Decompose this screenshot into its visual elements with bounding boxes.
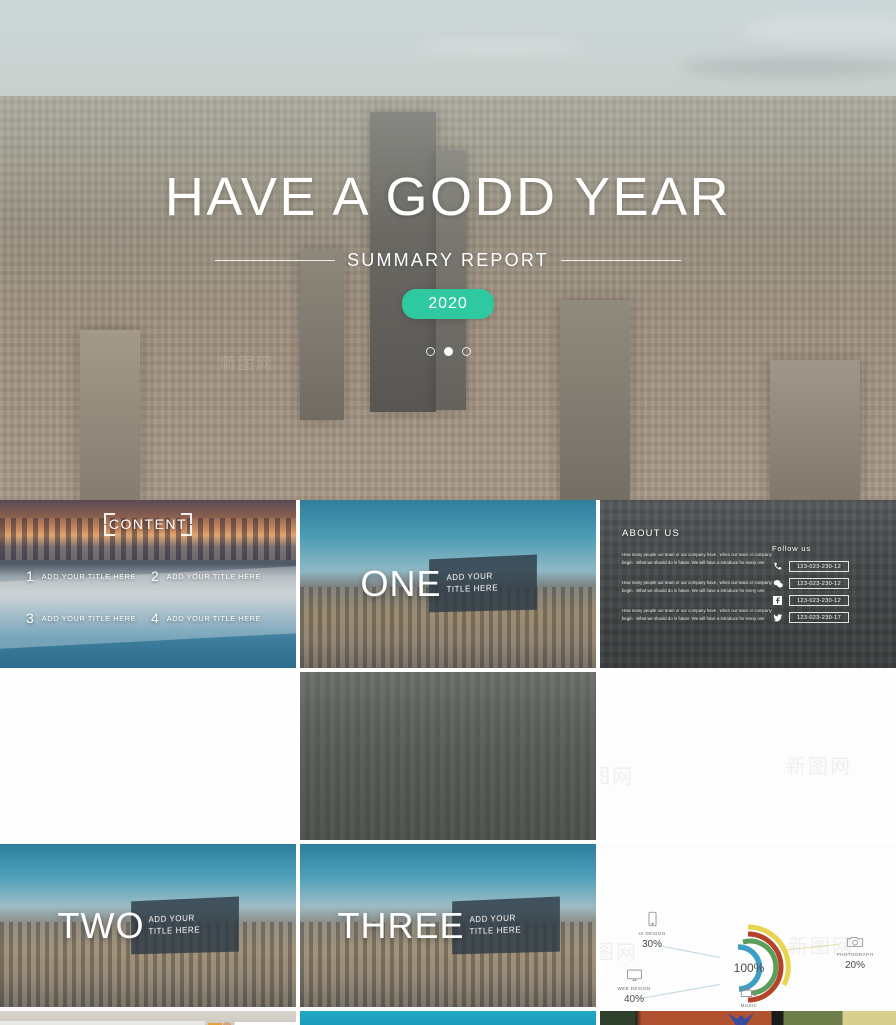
- follow-us-heading: Follow us: [772, 544, 811, 553]
- thumb-what-we-get-slide[interactable]: WHAT WE GET 10、2456 Add the text to desc…: [300, 672, 596, 840]
- smartphone-icon: [622, 911, 682, 927]
- bracket-top-left-icon: [104, 513, 115, 524]
- thumb-what-we-do-slide[interactable]: WHAT WE DO WEB DESIGN Add the text to de…: [600, 672, 896, 840]
- bracket-bottom-right-icon: [181, 525, 192, 536]
- label-name: WEB DESIGN: [617, 985, 651, 991]
- follow-us-block: Follow us 123-023-230-12 123-023-230-12: [772, 544, 880, 629]
- contact-row[interactable]: 123-023-230-12: [772, 561, 880, 572]
- about-heading: ABOUT US: [622, 528, 680, 539]
- item-label: ADD YOUR TITLE HERE: [166, 571, 262, 581]
- video-camera-icon: [718, 987, 780, 999]
- label-percent: 30%: [641, 938, 662, 950]
- section-title-card: ADD YOUR TITLE HERE: [451, 896, 560, 954]
- bracket-bottom-left-icon: [104, 525, 115, 536]
- donut-center-label: 100%: [734, 961, 765, 975]
- bracket-top-right-icon: [181, 513, 192, 524]
- thumb-content-slide[interactable]: CONTENT 1 ADD YOUR TITLE HERE 2 ADD YOUR…: [0, 500, 296, 668]
- carousel-dot-3[interactable]: [461, 347, 471, 356]
- section-word: TWO: [57, 904, 145, 946]
- section-row: THREE ADD YOUR TITLE HERE: [300, 896, 596, 954]
- about-paragraph: How many people our team or our company …: [622, 607, 772, 621]
- section-title-card: ADD YOUR TITLE HERE: [131, 896, 240, 954]
- achievement-label-photograph: PHOTOGRAPH 20%: [818, 935, 892, 971]
- label-percent: 20%: [844, 959, 865, 971]
- decor-shape: [0, 1021, 205, 1025]
- achievement-label-music: MUSIC 10%: [718, 987, 780, 1007]
- hero-subtitle-row: SUMMARY REPORT: [215, 250, 681, 271]
- thumb-partial-slide-b[interactable]: [300, 1011, 596, 1025]
- section-row: ONE ADD YOUR TITLE HERE: [300, 554, 596, 613]
- thumb-row-4-partial: [0, 1011, 896, 1025]
- section-row: TWO ADD YOUR TITLE HERE: [0, 896, 296, 954]
- about-paragraph: How many people our team or our company …: [622, 579, 772, 593]
- about-block: ABOUT US How many people our team or our…: [622, 528, 772, 623]
- thumb-row-2: OUR TEAM How many people our team or our…: [0, 672, 896, 840]
- label-name: MUSIC: [740, 1002, 758, 1007]
- rule-right: [560, 260, 681, 261]
- contact-value: 123-023-230-12: [789, 561, 850, 572]
- thumb-our-team-slide[interactable]: OUR TEAM How many people our team or our…: [0, 672, 296, 840]
- thumb-our-achievement-slide[interactable]: OUR ACHIEVEMENT Add the text to describe…: [600, 844, 896, 1007]
- contact-row[interactable]: 123-023-230-12: [772, 578, 880, 589]
- item-number: 2: [151, 568, 159, 584]
- label-name: PHOTOGRAPH: [836, 951, 874, 957]
- phone-icon: [772, 561, 783, 572]
- dark-overlay: [300, 672, 596, 840]
- carousel-dot-2-active[interactable]: [443, 347, 453, 356]
- achievement-label-web-design: WEB DESIGN 40%: [602, 969, 666, 1005]
- contact-value: 123-023-230-12: [789, 595, 850, 606]
- content-item[interactable]: 4 ADD YOUR TITLE HERE: [151, 610, 276, 626]
- thumb-about-us-slide[interactable]: ABOUT US How many people our team or our…: [600, 500, 896, 668]
- thumb-partial-slide-a[interactable]: [0, 1011, 296, 1025]
- achievement-chart: 100% UI DESIGN 30% WEB DESIGN 40% PHOTOG…: [600, 907, 896, 1007]
- item-number: 3: [26, 610, 34, 626]
- contact-value: 123-023-230-12: [789, 578, 850, 589]
- label-name: UI DESIGN: [638, 930, 666, 936]
- section-word: THREE: [337, 904, 465, 946]
- content-item[interactable]: 2 ADD YOUR TITLE HERE: [151, 568, 276, 584]
- carousel-dots[interactable]: [425, 347, 471, 356]
- about-paragraph: How many people our team or our company …: [622, 552, 772, 565]
- slide-thumbnail-grid: CONTENT 1 ADD YOUR TITLE HERE 2 ADD YOUR…: [0, 500, 896, 1025]
- item-label: ADD YOUR TITLE HERE: [41, 571, 137, 581]
- wechat-icon: [772, 578, 783, 589]
- thumb-row-3: TWO ADD YOUR TITLE HERE THREE ADD YOUR T…: [0, 844, 896, 1007]
- thumb-photo: [300, 1011, 596, 1025]
- hero-cover-slide: HAVE A GODD YEAR SUMMARY REPORT 2020 新图网: [0, 0, 896, 500]
- carousel-dot-1[interactable]: [425, 347, 435, 356]
- section-title-card: ADD YOUR TITLE HERE: [428, 554, 537, 613]
- thumb-background: [600, 672, 896, 840]
- contact-row[interactable]: 123-023-230-17: [772, 612, 880, 623]
- item-number: 1: [26, 568, 34, 584]
- facebook-icon: [772, 595, 783, 606]
- content-item[interactable]: 3 ADD YOUR TITLE HERE: [26, 610, 151, 626]
- twitter-icon: [772, 612, 783, 623]
- item-label: ADD YOUR TITLE HERE: [166, 613, 262, 623]
- contact-value: 123-023-230-17: [789, 612, 850, 623]
- item-label: ADD YOUR TITLE HERE: [41, 613, 137, 623]
- content-items-grid: 1 ADD YOUR TITLE HERE 2 ADD YOUR TITLE H…: [26, 568, 276, 626]
- thumb-section-one-slide[interactable]: ONE ADD YOUR TITLE HERE: [300, 500, 596, 668]
- hero-title: HAVE A GODD YEAR: [164, 167, 732, 227]
- item-number: 4: [151, 610, 159, 626]
- thumb-row-1: CONTENT 1 ADD YOUR TITLE HERE 2 ADD YOUR…: [0, 500, 896, 668]
- camera-icon: [818, 935, 892, 948]
- rule-left: [215, 260, 336, 261]
- thumb-background: [0, 672, 296, 840]
- monitor-icon: [602, 969, 666, 982]
- section-word: ONE: [360, 563, 442, 604]
- year-badge: 2020: [402, 289, 494, 319]
- achievement-label-ui-design: UI DESIGN 30%: [622, 911, 682, 950]
- contact-row[interactable]: 123-023-230-12: [772, 595, 880, 606]
- label-percent: 40%: [623, 993, 644, 1005]
- content-item[interactable]: 1 ADD YOUR TITLE HERE: [26, 568, 151, 584]
- thumb-section-three-slide[interactable]: THREE ADD YOUR TITLE HERE: [300, 844, 596, 1007]
- slide-deck-preview-page: HAVE A GODD YEAR SUMMARY REPORT 2020 新图网…: [0, 0, 896, 1025]
- thumb-partial-slide-c[interactable]: [600, 1011, 896, 1025]
- thumb-section-two-slide[interactable]: TWO ADD YOUR TITLE HERE: [0, 844, 296, 1007]
- hero-subtitle: SUMMARY REPORT: [347, 250, 549, 270]
- content-slide-title: CONTENT: [108, 516, 188, 532]
